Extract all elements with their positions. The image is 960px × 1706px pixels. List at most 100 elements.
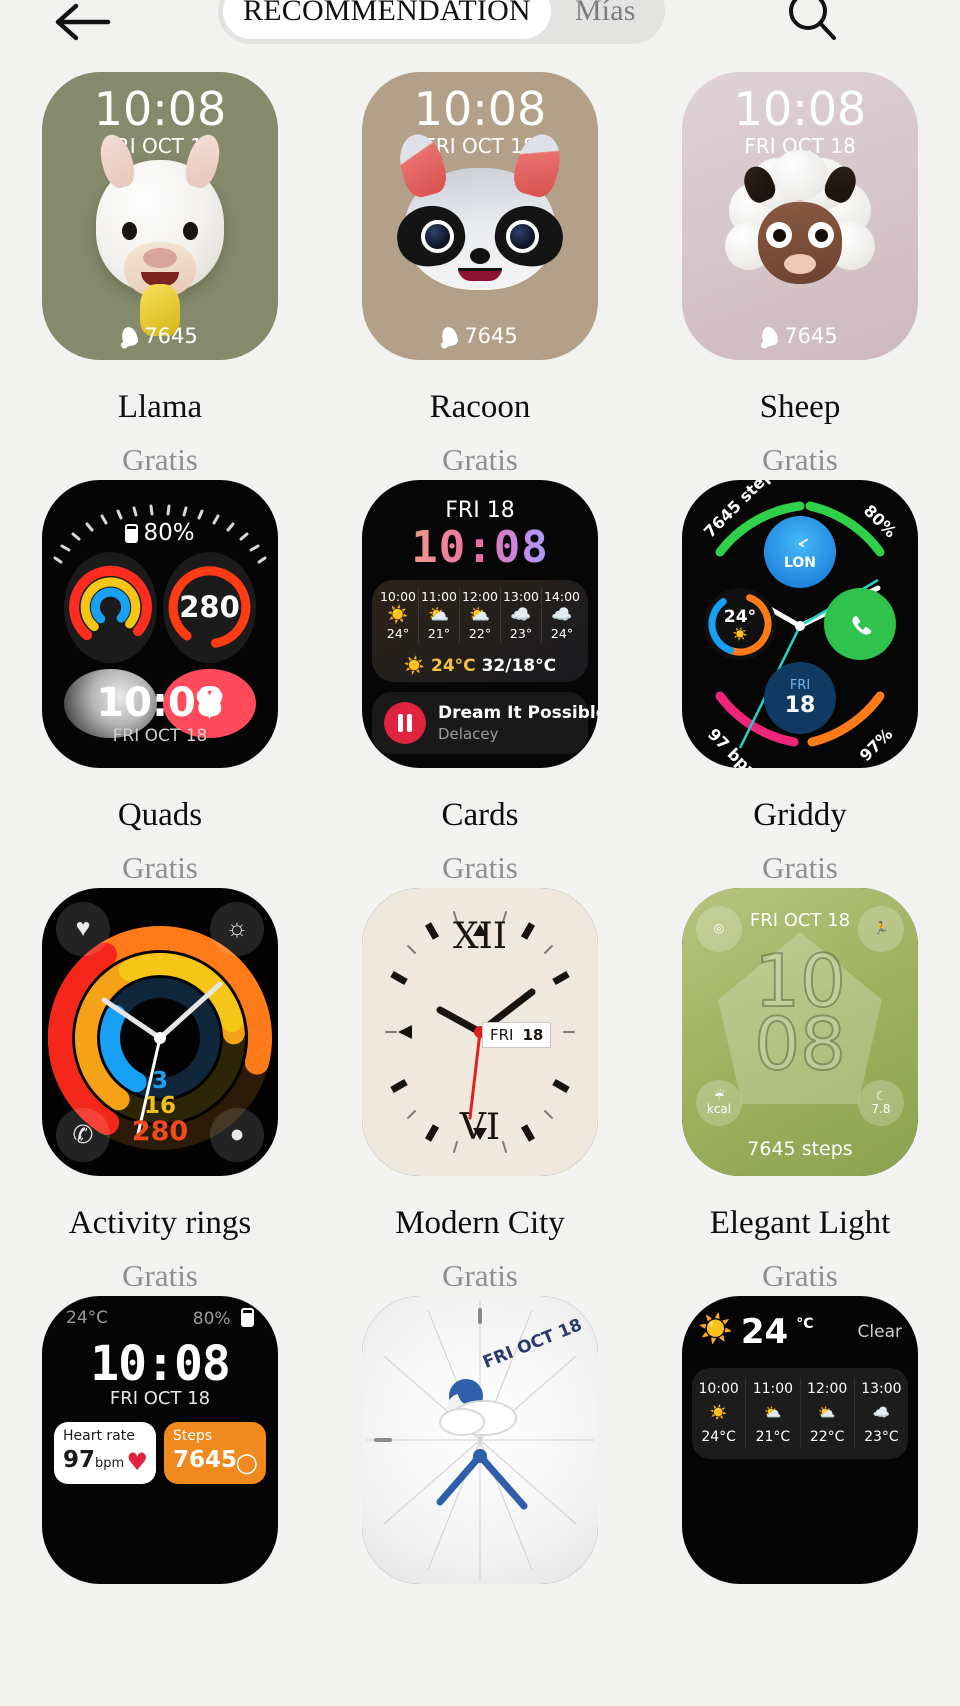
llama-illustration (95, 72, 225, 298)
cards-time: 10:08 (362, 522, 598, 573)
weather-temp: 23°C (864, 1428, 899, 1445)
forecast-hour: 11:00 (420, 589, 458, 604)
forecast-hour: 10:00 (379, 589, 417, 604)
modern-city-numeral-vi: VI (459, 1107, 501, 1148)
weather-hour: 10:00 (698, 1381, 739, 1397)
watch-face-preview-llama[interactable]: 10:08 FRI OCT 18 7645 (42, 72, 278, 360)
battery-icon (125, 524, 139, 543)
cards-weather-summary: ☀️ 24°C 32/18°C (372, 656, 588, 676)
steps-label: Steps (173, 1428, 213, 1444)
watch-face-preview-modern-city[interactable]: XII VI FRI 18 (362, 888, 598, 1176)
watch-face-preview-elegant-light[interactable]: FRI OCT 18 10 08 ◎ 🏃 ☔ kcal ☾ 7.8 7645 s… (682, 888, 918, 1176)
watch-face-title: Modern City (395, 1205, 565, 1241)
phone-icon: ✆ (56, 1108, 110, 1162)
search-button[interactable] (782, 0, 842, 48)
racoon-steps: 7645 (362, 324, 598, 348)
watch-face-preview-sheep[interactable]: 10:08 FRI OCT 18 7645 (682, 72, 918, 360)
watch-face-card-activity-rings[interactable]: ♥ ☼ ✆ ● 3 16 280 Activity rings Gratis (42, 888, 278, 1291)
sheep-illustration (725, 72, 875, 284)
watch-face-price: Gratis (442, 442, 518, 477)
pause-icon[interactable] (384, 702, 426, 744)
activity-move-value: 3 (151, 1068, 168, 1095)
watch-face-preview-activity-rings[interactable]: ♥ ☼ ✆ ● 3 16 280 (42, 888, 278, 1176)
griddy-city: LON (783, 555, 817, 571)
elegant-light-kcal: ☔ kcal (696, 1080, 742, 1126)
forecast-hour: 14:00 (543, 589, 581, 604)
watch-face-card-griddy[interactable]: 7645 steps 80% 97 bpm 97% LON 24° ☀️ FRI… (682, 480, 918, 883)
sun-icon: ☀️ (403, 656, 426, 676)
forecast-col: 10:00 ☀️ 24° (378, 588, 419, 643)
watch-face-card-modern-city[interactable]: XII VI FRI 18 Modern City Gratis (362, 888, 598, 1291)
watch-face-preview-racoon[interactable]: 10:08 FRI OCT 18 7645 (362, 72, 598, 360)
watch-face-price: Gratis (762, 442, 838, 477)
forecast-hour: 13:00 (502, 589, 540, 604)
weather-col: 12:00 ⛅ 22°C (801, 1378, 855, 1450)
digital-stats-time: 10:08 (90, 1336, 231, 1392)
griddy-weekday: FRI (789, 678, 811, 693)
modern-city-weekday: FRI (490, 1026, 514, 1044)
watch-face-card-quads[interactable]: 80% 280 ♥ 10:08 FRI OCT 18 Quads Gratis (42, 480, 278, 883)
running-icon: 🏃 (858, 906, 904, 952)
cards-temp-range: 32/18°C (481, 656, 557, 676)
griddy-day: 18 (784, 693, 816, 718)
watch-face-card-llama[interactable]: 10:08 FRI OCT 18 7645 Llama Gratis (42, 72, 278, 475)
watch-face-preview-weather[interactable]: ☀️ 24 °C Clear 10:00 ☀️ 24°C 11:00 ⛅ 21°… (682, 1296, 918, 1584)
sun-icon: ☀️ (698, 1312, 733, 1345)
watch-face-card-digital-stats[interactable]: 24°C 80% 10:08 FRI OCT 18 Heart rate 97b… (42, 1296, 278, 1584)
music-artist: Delacey (438, 725, 499, 743)
hr-label: Heart rate (63, 1428, 135, 1444)
sun-icon: ☀️ (732, 627, 748, 641)
watch-face-card-racoon[interactable]: 10:08 FRI OCT 18 7645 Racoon Gratis (362, 72, 598, 475)
cards-current-temp: 24°C (431, 656, 476, 676)
sun-cloud-icon: ⛅ (428, 605, 450, 626)
digital-stats-date: FRI OCT 18 (109, 1388, 211, 1409)
footstep-icon (120, 324, 140, 348)
tab-recommendation-label: RECOMMENDATION (243, 0, 531, 27)
griddy-phone (824, 588, 896, 660)
modern-city-date: FRI 18 (482, 1022, 552, 1048)
back-button[interactable] (46, 0, 120, 52)
watch-face-preview-quads[interactable]: 80% 280 ♥ 10:08 FRI OCT 18 (42, 480, 278, 768)
griddy-temperature: 24° ☀️ (704, 588, 776, 660)
griddy-date: FRI 18 (764, 662, 836, 734)
sheep-steps-value: 7645 (784, 324, 838, 348)
digital-stats-battery: 80% (193, 1308, 254, 1329)
forecast-temp: 24° (386, 625, 410, 641)
watch-face-preview-mesh-analog[interactable]: FRI OCT 18 (362, 1296, 598, 1584)
cards-weather-card: 10:00 ☀️ 24° 11:00 ⛅ 21° 12:00 ⛅ 22° 13:… (372, 580, 588, 682)
elegant-light-distance: ☾ 7.8 (858, 1080, 904, 1126)
weather-hour: 12:00 (806, 1381, 848, 1397)
griddy-world-clock: LON (764, 516, 836, 588)
cloud-icon: ☁️ (510, 605, 532, 626)
quads-battery: 80% (42, 520, 278, 546)
griddy-temp-value: 24° (723, 607, 757, 627)
watch-face-card-elegant-light[interactable]: FRI OCT 18 10 08 ◎ 🏃 ☔ kcal ☾ 7.8 7645 s… (682, 888, 918, 1291)
elegant-light-time: 10 08 (753, 944, 847, 1082)
sun-cloud-icon: ⛅ (818, 1404, 836, 1421)
forecast-col: 11:00 ⛅ 21° (419, 588, 460, 643)
digital-stats-battery-value: 80% (192, 1309, 231, 1329)
llama-steps-value: 7645 (144, 324, 198, 348)
digital-stats-temp: 24°C (66, 1308, 109, 1328)
digital-stats-topbar: 24°C 80% (42, 1308, 278, 1329)
watch-face-price: Gratis (762, 850, 838, 885)
tab-recommendation[interactable]: RECOMMENDATION (223, 0, 551, 39)
watch-face-preview-cards[interactable]: FRI 18 10:08 10:00 ☀️ 24° 11:00 ⛅ 21° 12… (362, 480, 598, 768)
grid-row-4: 24°C 80% 10:08 FRI OCT 18 Heart rate 97b… (0, 1296, 960, 1584)
watch-face-card-sheep[interactable]: 10:08 FRI OCT 18 7645 Sheep Gratis (682, 72, 918, 475)
watch-face-title: Cards (441, 797, 519, 833)
watch-face-card-weather[interactable]: ☀️ 24 °C Clear 10:00 ☀️ 24°C 11:00 ⛅ 21°… (682, 1296, 918, 1584)
forecast-temp: 23° (509, 625, 533, 641)
weather-temp-value: 24 (740, 1312, 789, 1352)
watch-face-card-cards[interactable]: FRI 18 10:08 10:00 ☀️ 24° 11:00 ⛅ 21° 12… (362, 480, 598, 883)
weather-temp: 24°C (701, 1428, 736, 1445)
watch-face-price: Gratis (762, 1258, 838, 1293)
watch-face-preview-digital-stats[interactable]: 24°C 80% 10:08 FRI OCT 18 Heart rate 97b… (42, 1296, 278, 1584)
elegant-light-kcal-label: kcal (706, 1102, 732, 1116)
forecast-col: 13:00 ☁️ 23° (501, 588, 542, 643)
tab-mias[interactable]: Mías (551, 0, 660, 39)
watch-face-card-mesh-analog[interactable]: FRI OCT 18 (362, 1296, 598, 1584)
cards-music-card[interactable]: Dream It Possible Delacey (372, 692, 598, 754)
watch-face-preview-griddy[interactable]: 7645 steps 80% 97 bpm 97% LON 24° ☀️ FRI… (682, 480, 918, 768)
quads-activity-rings (64, 552, 157, 663)
